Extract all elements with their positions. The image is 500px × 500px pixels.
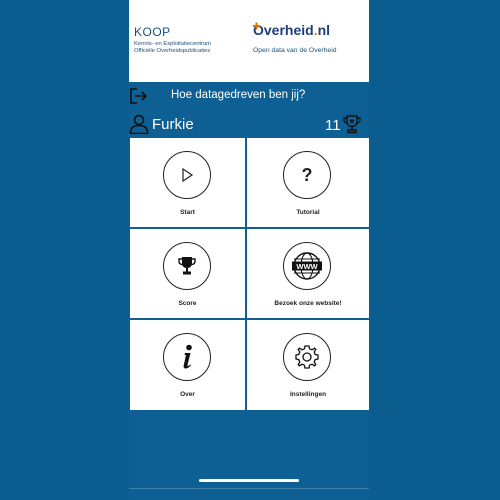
score-count: 11 — [325, 117, 341, 134]
user-icon — [129, 114, 149, 134]
tutorial-button[interactable]: ? Tutorial — [247, 138, 369, 227]
koop-title: KOOP — [134, 25, 171, 39]
koop-subtitle-line2: Officiële Overheidspublicaties — [134, 48, 211, 54]
play-icon-circle — [162, 151, 211, 199]
play-icon — [181, 167, 193, 183]
tutorial-label: Tutorial — [296, 209, 320, 216]
info-icon-circle — [162, 333, 211, 381]
home-indicator[interactable] — [199, 479, 299, 482]
header-banner: KOOP Kennis- en Exploitatiecentrum Offic… — [129, 0, 369, 82]
trophy-icon — [343, 115, 361, 134]
gear-icon — [295, 345, 319, 369]
trophy-icon-circle — [162, 242, 211, 290]
visit-website-label: Bezoek onze website! — [274, 300, 342, 307]
koop-subtitle-line1: Kennis- en Exploitatiecentrum — [134, 41, 212, 47]
start-label: Start — [180, 209, 195, 216]
overheid-logo: Overheid.nl — [253, 22, 330, 38]
overheid-logo-tld: nl — [317, 22, 331, 38]
settings-label: Instellingen — [289, 391, 327, 398]
start-button[interactable]: Start — [130, 138, 245, 227]
divider — [129, 488, 369, 489]
svg-text:WWW: WWW — [296, 262, 318, 271]
overheid-logo-main: Overheid — [253, 22, 314, 38]
score-button[interactable]: Score — [130, 229, 245, 318]
overheid-subtitle: Open data van de Overheid — [253, 47, 337, 54]
gear-icon-circle — [283, 333, 331, 381]
trophy-icon — [177, 257, 196, 275]
question-mark-icon: ? — [301, 164, 313, 185]
score-label: Score — [178, 300, 197, 307]
overheid-plus-icon — [253, 22, 260, 30]
question-mark-icon-circle: ? — [283, 151, 331, 199]
www-globe-icon-circle: WWW — [283, 242, 331, 290]
logout-icon[interactable] — [129, 88, 147, 104]
about-label: Over — [180, 391, 195, 398]
www-globe-icon: WWW — [292, 252, 322, 280]
quiz-question-title: Hoe datagedreven ben jij? — [171, 89, 306, 101]
app-screen: KOOP Kennis- en Exploitatiecentrum Offic… — [129, 0, 369, 500]
settings-button[interactable]: Instellingen — [247, 320, 369, 410]
info-icon — [183, 344, 192, 369]
about-button[interactable]: Over — [130, 320, 245, 410]
menu-grid: Start ? Tutorial Score WWW Bezoek onze w… — [129, 137, 369, 410]
username: Furkie — [152, 116, 194, 133]
visit-website-button[interactable]: WWW Bezoek onze website! — [247, 229, 369, 318]
